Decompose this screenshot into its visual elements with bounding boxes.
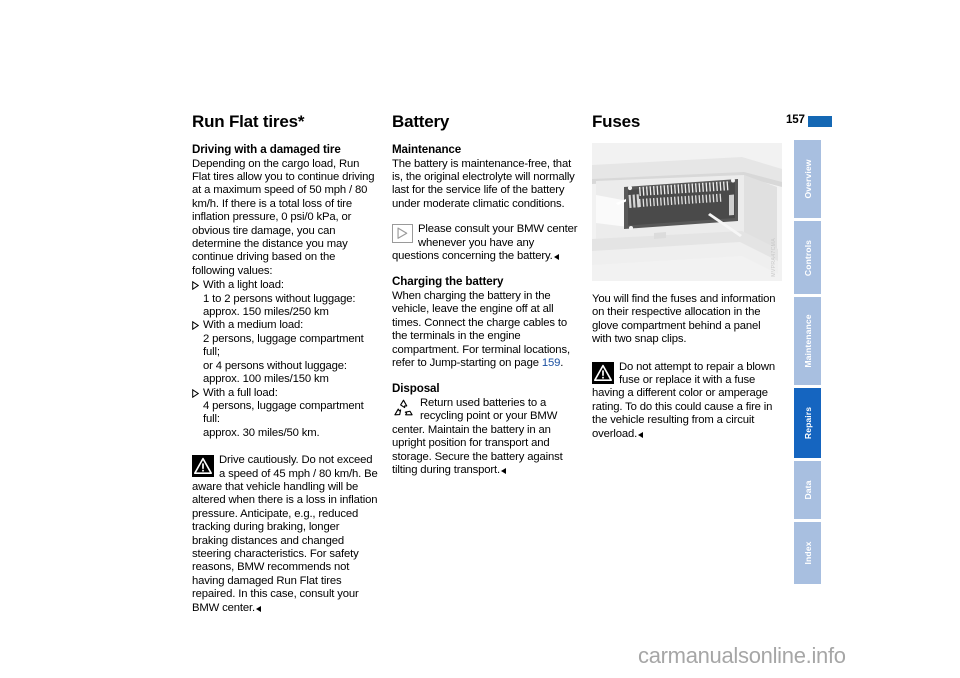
disposal-note-text: Return used batteries to a recycling poi… xyxy=(392,397,563,477)
column-run-flat-tires: Run Flat tires* Driving with a damaged t… xyxy=(192,112,378,615)
paragraph-charging-the-battery: When charging the battery in the vehicle… xyxy=(392,290,578,370)
list-item: With a light load: xyxy=(192,279,378,292)
end-of-note-marker xyxy=(256,605,262,612)
warning-triangle-icon xyxy=(592,361,614,384)
list-item-line: or 4 persons without luggage: xyxy=(203,359,347,372)
figure-fuse-box-illustration: MVPRA47CMA xyxy=(592,143,782,281)
warning-note-fuses: Do not attempt to repair a blown fuse or… xyxy=(592,361,782,441)
sidebar-item-maintenance[interactable]: Maintenance xyxy=(794,297,821,385)
info-note-text: Please consult your BMW center whenever … xyxy=(392,223,578,263)
list-item-line: 1 to 2 persons without luggage: xyxy=(203,292,356,305)
list-item: With a medium load: xyxy=(192,319,378,332)
warning-triangle-icon xyxy=(192,455,214,478)
end-of-note-marker xyxy=(638,431,644,438)
page-reference-link[interactable]: 159 xyxy=(542,357,561,369)
triangle-bullet-icon xyxy=(192,321,199,331)
list-item-line: approx. 30 miles/50 km. xyxy=(203,426,320,439)
end-of-note-marker xyxy=(553,254,559,261)
paragraph-fuses-location: You will find the fuses and information … xyxy=(592,293,776,346)
site-watermark: carmanualsonline.info xyxy=(638,643,846,668)
warning-note-text: Do not attempt to repair a blown fuse or… xyxy=(592,360,775,440)
end-of-note-marker xyxy=(501,468,507,475)
sidebar-item-overview[interactable]: Overview xyxy=(794,140,821,218)
column-fuses: Fuses MVPRA47CMA You will find the fuses… xyxy=(592,112,782,441)
info-note-battery: Please consult your BMW center whenever … xyxy=(392,223,578,263)
page-number: 157 xyxy=(786,113,805,126)
sidebar-item-index[interactable]: Index xyxy=(794,522,821,584)
heading-driving-with-damaged-tire: Driving with a damaged tire xyxy=(192,143,341,156)
warning-note-text: Drive cautiously. Do not exceed a speed … xyxy=(192,454,378,614)
list-item-head: With a full load: xyxy=(203,386,278,399)
triangle-bullet-icon xyxy=(192,388,199,398)
manual-page: Run Flat tires* Driving with a damaged t… xyxy=(0,0,960,678)
disposal-note: Return used batteries to a recycling poi… xyxy=(392,397,578,477)
heading-disposal: Disposal xyxy=(392,382,440,396)
sidebar-item-label: Maintenance xyxy=(802,314,813,368)
list-item: With a full load: xyxy=(192,387,378,400)
sidebar-item-data[interactable]: Data xyxy=(794,461,821,519)
list-item-line: approx. 100 miles/150 km xyxy=(203,373,329,386)
sidebar-item-label: Index xyxy=(802,541,813,565)
sidebar-item-label: Data xyxy=(802,480,813,500)
recycling-icon xyxy=(392,398,415,419)
list-item-line: 2 persons, luggage compartment full; xyxy=(203,332,364,359)
section-tab-rail: Overview Controls Maintenance Repairs Da… xyxy=(794,140,821,587)
list-item-head: With a medium load: xyxy=(203,319,304,332)
figure-code-label: MVPRA47CMA xyxy=(770,238,777,277)
list-item-head: With a light load: xyxy=(203,279,284,292)
page-title-battery: Battery xyxy=(392,112,450,131)
run-flat-load-list: With a light load: 1 to 2 persons withou… xyxy=(192,279,378,440)
page-marker-bar xyxy=(808,116,832,127)
paragraph-run-flat-intro: Depending on the cargo load, Run Flat ti… xyxy=(192,157,375,277)
page-title-run-flat-tires: Run Flat tires* xyxy=(192,112,305,131)
sidebar-item-repairs[interactable]: Repairs xyxy=(794,388,821,458)
warning-note-run-flat: Drive cautiously. Do not exceed a speed … xyxy=(192,454,378,615)
sidebar-item-controls[interactable]: Controls xyxy=(794,221,821,294)
info-play-triangle-icon xyxy=(392,224,413,244)
paragraph-battery-maintenance: The battery is maintenance-free, that is… xyxy=(392,157,575,210)
page-title-fuses: Fuses xyxy=(592,112,641,131)
sidebar-item-label: Overview xyxy=(802,159,813,199)
heading-maintenance: Maintenance xyxy=(392,143,462,156)
list-item-line: 4 persons, luggage compartment full: xyxy=(203,399,364,426)
sidebar-item-label: Controls xyxy=(802,239,813,276)
heading-charging-the-battery: Charging the battery xyxy=(392,275,504,289)
triangle-bullet-icon xyxy=(192,281,199,291)
sidebar-item-label: Repairs xyxy=(802,406,813,440)
column-battery: Battery Maintenance The battery is maint… xyxy=(392,112,578,478)
paragraph-charging-text-after: . xyxy=(560,357,564,370)
list-item-line: approx. 150 miles/250 km xyxy=(203,306,329,319)
